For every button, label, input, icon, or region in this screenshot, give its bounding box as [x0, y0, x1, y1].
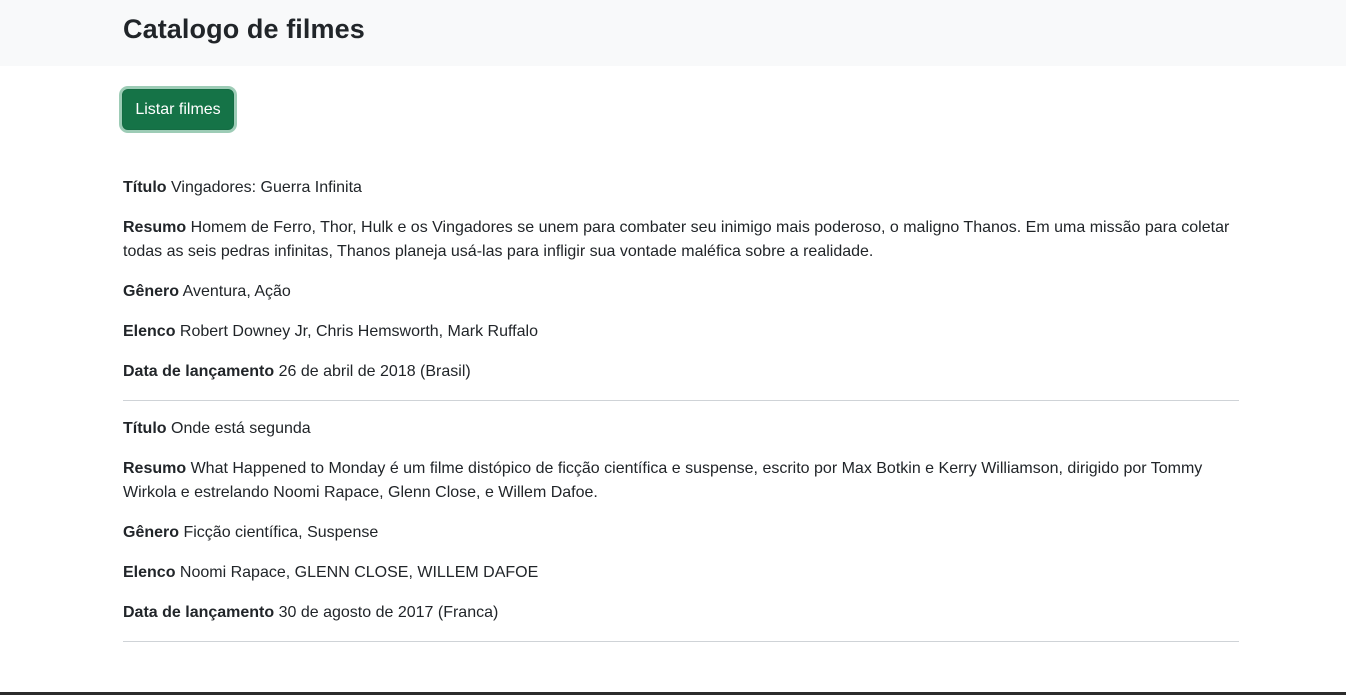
movie-cast-field: Elenco Noomi Rapace, GLENN CLOSE, WILLEM…: [123, 561, 1239, 585]
field-label: Gênero: [123, 283, 180, 300]
field-label: Gênero: [123, 524, 180, 541]
movie-list: Título Vingadores: Guerra Infinita Resum…: [123, 176, 1239, 658]
movie-summary: What Happened to Monday é um filme distó…: [123, 460, 1203, 501]
movie-summary-field: Resumo What Happened to Monday é um film…: [123, 457, 1239, 505]
field-label: Título: [123, 420, 167, 437]
page-header: Catalogo de filmes: [0, 0, 1346, 66]
movie-title-field: Título Vingadores: Guerra Infinita: [123, 176, 1239, 200]
movie-item: Título Onde está segunda Resumo What Hap…: [123, 417, 1239, 642]
movie-summary: Homem de Ferro, Thor, Hulk e os Vingador…: [123, 219, 1230, 260]
movie-title: Vingadores: Guerra Infinita: [171, 179, 362, 196]
field-label: Data de lançamento: [123, 363, 275, 380]
movie-cast: Robert Downey Jr, Chris Hemsworth, Mark …: [179, 323, 538, 340]
movie-genre: Aventura, Ação: [182, 283, 291, 300]
movie-cast: Noomi Rapace, GLENN CLOSE, WILLEM DAFOE: [179, 564, 539, 581]
page-title: Catalogo de filmes: [123, 14, 365, 44]
movie-genre: Ficção científica, Suspense: [183, 524, 379, 541]
movie-release: 26 de abril de 2018 (Brasil): [278, 363, 471, 380]
movie-title: Onde está segunda: [171, 420, 311, 437]
movie-genre-field: Gênero Aventura, Ação: [123, 280, 1239, 304]
movie-genre-field: Gênero Ficção científica, Suspense: [123, 521, 1239, 545]
movie-release: 30 de agosto de 2017 (Franca): [278, 604, 499, 621]
field-label: Resumo: [123, 460, 187, 477]
field-label: Elenco: [123, 323, 176, 340]
field-label: Elenco: [123, 564, 176, 581]
field-label: Resumo: [123, 219, 187, 236]
field-label: Data de lançamento: [123, 604, 275, 621]
movie-release-field: Data de lançamento 30 de agosto de 2017 …: [123, 601, 1239, 625]
list-movies-button[interactable]: Listar filmes: [122, 89, 234, 130]
field-label: Título: [123, 179, 167, 196]
movie-cast-field: Elenco Robert Downey Jr, Chris Hemsworth…: [123, 320, 1239, 344]
movie-title-field: Título Onde está segunda: [123, 417, 1239, 441]
movie-summary-field: Resumo Homem de Ferro, Thor, Hulk e os V…: [123, 216, 1239, 264]
movie-release-field: Data de lançamento 26 de abril de 2018 (…: [123, 360, 1239, 384]
movie-item: Título Vingadores: Guerra Infinita Resum…: [123, 176, 1239, 401]
